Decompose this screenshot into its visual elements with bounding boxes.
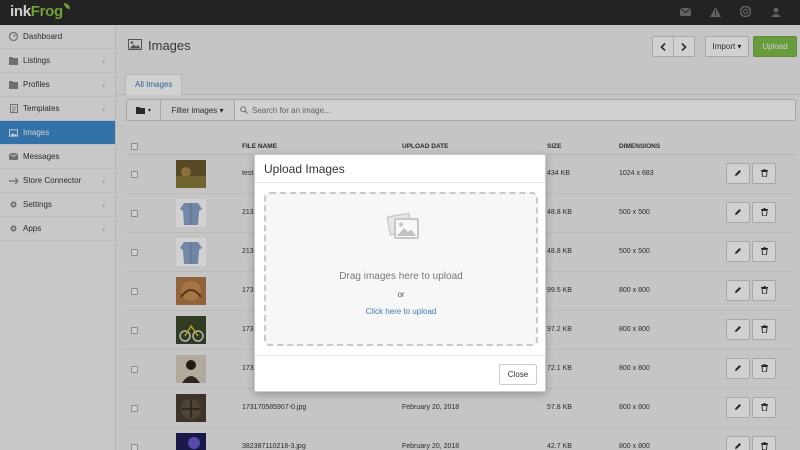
drag-instructions: Drag images here to upload (266, 271, 536, 282)
click-to-upload-link[interactable]: Click here to upload (266, 307, 536, 316)
dropzone[interactable]: Drag images here to upload or Click here… (264, 192, 538, 346)
or-text: or (266, 290, 536, 299)
close-button[interactable]: Close (499, 364, 537, 385)
images-placeholder-icon (386, 212, 420, 242)
modal-title: Upload Images (255, 155, 545, 183)
upload-images-modal: Upload Images Drag images here to upload… (254, 154, 546, 392)
modal-footer: Close (255, 355, 545, 392)
